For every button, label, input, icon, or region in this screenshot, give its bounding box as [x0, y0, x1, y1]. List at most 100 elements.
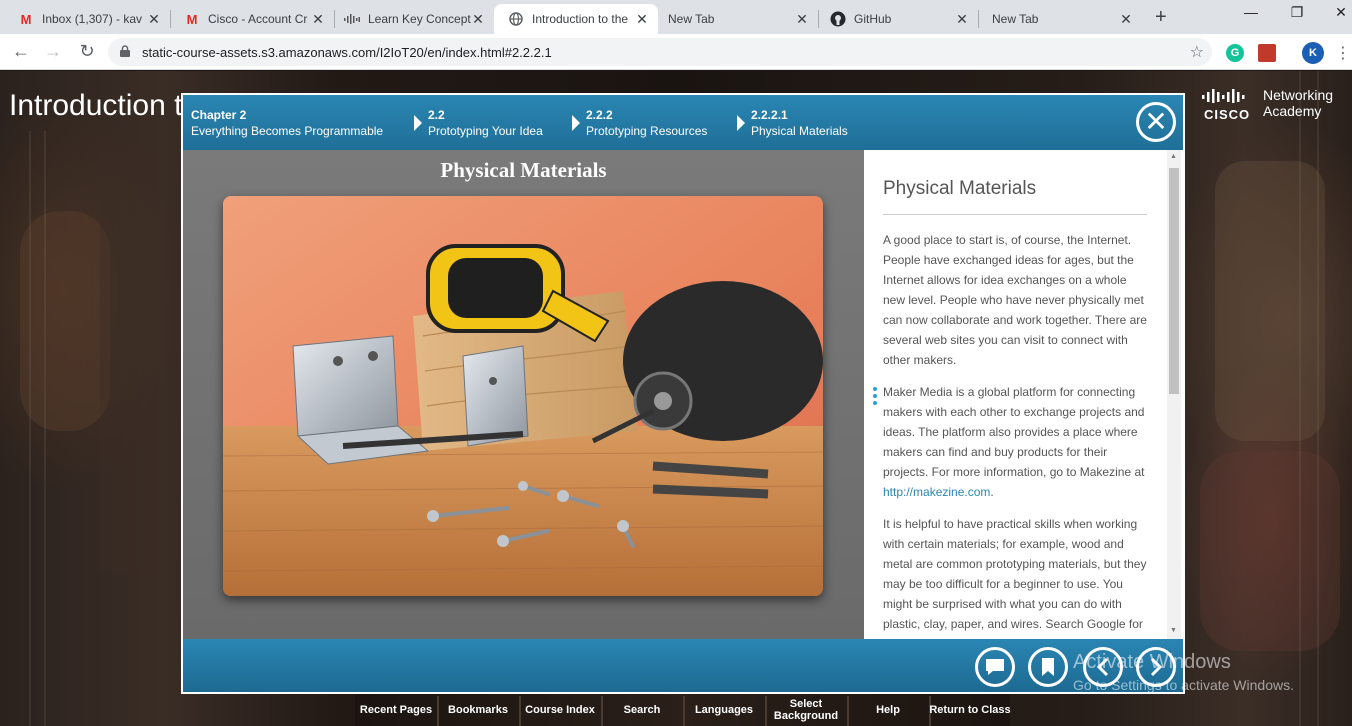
tab-title: Cisco - Account Cr — [208, 12, 308, 26]
brand-line1: Networking — [1263, 87, 1334, 103]
tab-github[interactable]: GitHub ✕ — [812, 4, 978, 34]
breadcrumb-number: 2.2.2 — [586, 108, 613, 122]
menu-help[interactable]: Help — [847, 694, 929, 726]
breadcrumb-subsection[interactable]: 2.2.2 Prototyping Resources — [586, 107, 707, 139]
breadcrumb-number: 2.2 — [428, 108, 445, 122]
menu-select-background[interactable]: Select Background — [765, 694, 847, 726]
windows-activation-watermark: Activate Windows — [1073, 651, 1231, 673]
menu-search[interactable]: Search — [601, 694, 683, 726]
close-tab-icon[interactable]: ✕ — [634, 11, 650, 28]
close-tab-icon[interactable]: ✕ — [310, 11, 326, 28]
address-bar[interactable]: static-course-assets.s3.amazonaws.com/I2… — [108, 38, 1212, 66]
pdf-extension-icon[interactable] — [1258, 44, 1276, 62]
close-window-button[interactable]: ✕ — [1318, 4, 1352, 21]
speech-bubble-icon — [986, 659, 1004, 675]
breadcrumb-label: Everything Becomes Programmable — [191, 124, 384, 138]
tab-new-tab[interactable]: New Tab ✕ — [650, 4, 818, 34]
reload-icon[interactable]: ↻ — [76, 41, 98, 62]
tab-introduction-active[interactable]: Introduction to the ✕ — [494, 4, 658, 34]
github-icon — [830, 11, 846, 27]
tools-photo — [223, 196, 823, 596]
browser-toolbar: ← → ↻ static-course-assets.s3.amazonaws.… — [0, 34, 1352, 70]
close-tab-icon[interactable]: ✕ — [1118, 11, 1134, 28]
breadcrumb-chapter[interactable]: Chapter 2 Everything Becomes Programmabl… — [191, 107, 383, 139]
breadcrumb-arrow-icon — [737, 115, 745, 131]
breadcrumb-label: Prototyping Your Idea — [428, 124, 543, 138]
profile-avatar[interactable]: K — [1302, 42, 1324, 64]
scroll-down-arrow-icon[interactable]: ▼ — [1170, 627, 1177, 634]
tab-gmail-inbox[interactable]: M Inbox (1,307) - kav ✕ — [0, 4, 170, 34]
menu-course-index[interactable]: Course Index — [519, 694, 601, 726]
cisco-icon — [344, 11, 360, 27]
page-title: Introduction t — [9, 89, 183, 122]
menu-recent-pages[interactable]: Recent Pages — [355, 694, 437, 726]
gmail-icon: M — [20, 11, 32, 27]
tab-title: Inbox (1,307) - kav — [42, 12, 143, 26]
paragraph-2-text: Maker Media is a global platform for con… — [883, 385, 1145, 479]
bookmark-star-icon[interactable]: ☆ — [1190, 42, 1204, 62]
breadcrumb-arrow-icon — [414, 115, 422, 131]
globe-icon — [508, 11, 524, 27]
breadcrumb: Chapter 2 Everything Becomes Programmabl… — [183, 95, 1183, 150]
tab-title: New Tab — [992, 12, 1039, 26]
breadcrumb-section[interactable]: 2.2 Prototyping Your Idea — [428, 107, 543, 139]
cisco-bars-icon — [1202, 89, 1245, 103]
scroll-up-arrow-icon[interactable]: ▲ — [1170, 153, 1177, 160]
tab-strip: M Inbox (1,307) - kav ✕ M Cisco - Accoun… — [0, 0, 1352, 34]
tab-title: New Tab — [668, 12, 715, 26]
bookmark-icon — [1042, 658, 1054, 676]
gmail-icon: M — [186, 11, 198, 27]
brand-line2: Academy — [1263, 103, 1322, 119]
minimize-button[interactable]: — — [1228, 4, 1274, 20]
close-tab-icon[interactable]: ✕ — [954, 11, 970, 28]
maximize-button[interactable]: ❐ — [1274, 4, 1320, 21]
text-pane: Physical Materials A good place to start… — [864, 150, 1183, 639]
cisco-wordmark: CISCO — [1204, 107, 1251, 122]
grammarly-icon[interactable]: G — [1226, 44, 1244, 62]
new-tab-button[interactable]: + — [1155, 6, 1167, 29]
course-navigation-bar — [183, 639, 1183, 692]
breadcrumb-number: Chapter 2 — [191, 108, 247, 122]
paragraph-3: It is helpful to have practical skills w… — [883, 517, 1147, 639]
windows-activation-subtext: Go to Settings to activate Windows. — [1073, 677, 1294, 693]
paragraph-2: Maker Media is a global platform for con… — [883, 382, 1149, 502]
media-pane: Physical Materials — [183, 150, 864, 639]
url-text: static-course-assets.s3.amazonaws.com/I2… — [142, 45, 552, 60]
menu-bookmarks[interactable]: Bookmarks — [437, 694, 519, 726]
bookmark-button[interactable] — [1028, 647, 1068, 687]
close-tab-icon[interactable]: ✕ — [470, 11, 486, 28]
tab-cisco-account[interactable]: M Cisco - Account Cr ✕ — [166, 4, 334, 34]
close-modal-button[interactable]: ✕ — [1136, 102, 1176, 142]
makezine-link[interactable]: http://makezine.com — [883, 485, 990, 499]
back-arrow-icon[interactable]: ← — [10, 41, 32, 62]
breadcrumb-label: Prototyping Resources — [586, 124, 708, 138]
comment-button[interactable] — [975, 647, 1015, 687]
networking-academy-text: Networking Academy — [1263, 87, 1333, 119]
breadcrumb-number: 2.2.2.1 — [751, 108, 788, 122]
breadcrumb-topic[interactable]: 2.2.2.1 Physical Materials — [751, 107, 848, 139]
course-content-window: Chapter 2 Everything Becomes Programmabl… — [181, 93, 1185, 694]
text-title: Physical Materials — [883, 178, 1037, 199]
paragraph-1: A good place to start is, of course, the… — [883, 233, 1147, 367]
pane-splitter-handle[interactable] — [873, 387, 877, 408]
menu-kebab-icon[interactable]: ⋮ — [1335, 43, 1351, 63]
media-title: Physical Materials — [440, 158, 607, 182]
cisco-networking-academy-logo: CISCO Networking Academy — [1200, 85, 1345, 125]
tab-learn-key-concepts[interactable]: Learn Key Concept ✕ — [326, 4, 494, 34]
title-divider — [883, 214, 1147, 215]
forward-arrow-icon[interactable]: → — [42, 41, 64, 62]
close-tab-icon[interactable]: ✕ — [794, 11, 810, 28]
course-menu-bar: Recent Pages Bookmarks Course Index Sear… — [355, 694, 1011, 726]
breadcrumb-label: Physical Materials — [751, 124, 848, 138]
lock-icon — [120, 45, 130, 57]
tab-new-tab[interactable]: New Tab ✕ — [974, 4, 1142, 34]
close-tab-icon[interactable]: ✕ — [146, 11, 162, 28]
tab-title: Learn Key Concept — [368, 12, 471, 26]
scrollbar-thumb[interactable] — [1169, 168, 1179, 394]
menu-languages[interactable]: Languages — [683, 694, 765, 726]
menu-return-to-class[interactable]: Return to Class — [929, 694, 1011, 726]
paragraph-2-end: . — [990, 485, 994, 499]
tab-title: GitHub — [854, 12, 892, 26]
tab-title: Introduction to the — [532, 12, 629, 26]
breadcrumb-arrow-icon — [572, 115, 580, 131]
